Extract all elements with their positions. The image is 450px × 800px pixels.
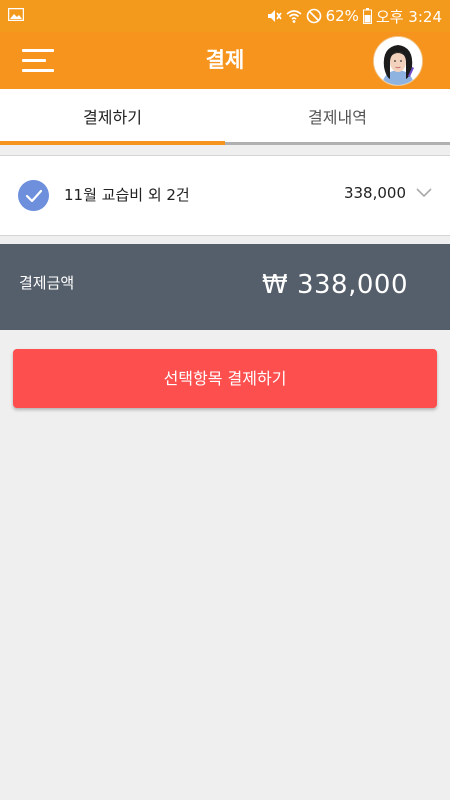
total-amount-panel: 결제금액 ₩ 338,000 [0, 244, 450, 330]
avatar[interactable] [373, 36, 423, 86]
item-checkbox[interactable] [18, 180, 49, 211]
mute-icon [267, 10, 282, 22]
do-not-disturb-icon [306, 8, 321, 24]
item-amount: 338,000 [343, 184, 406, 202]
wifi-icon [286, 10, 302, 23]
app-bar: 결제 [0, 32, 450, 89]
payment-item[interactable]: 11월 교습비 외 2건 338,000 [0, 155, 450, 236]
profile-photo [374, 37, 422, 85]
pay-selected-button[interactable]: 선택항목 결제하기 [13, 349, 437, 408]
total-label: 결제금액 [19, 274, 75, 292]
tab-divider [225, 142, 450, 145]
battery-percent: 62% [325, 7, 359, 25]
tab-bar: 결제하기 결제내역 [0, 89, 450, 145]
image-icon [8, 8, 24, 21]
item-label: 11월 교습비 외 2건 [64, 186, 190, 204]
status-icons: 62% 오후 3:24 [266, 5, 442, 27]
clock: 오후 3:24 [375, 7, 442, 26]
tab-history[interactable]: 결제내역 [225, 89, 450, 145]
chevron-down-icon[interactable] [416, 188, 432, 198]
total-amount: ₩ 338,000 [262, 270, 408, 300]
tab-pay[interactable]: 결제하기 [0, 89, 225, 145]
battery-icon [362, 8, 372, 24]
active-tab-indicator [0, 141, 225, 145]
status-bar: 62% 오후 3:24 [0, 0, 450, 32]
check-icon [25, 189, 43, 203]
